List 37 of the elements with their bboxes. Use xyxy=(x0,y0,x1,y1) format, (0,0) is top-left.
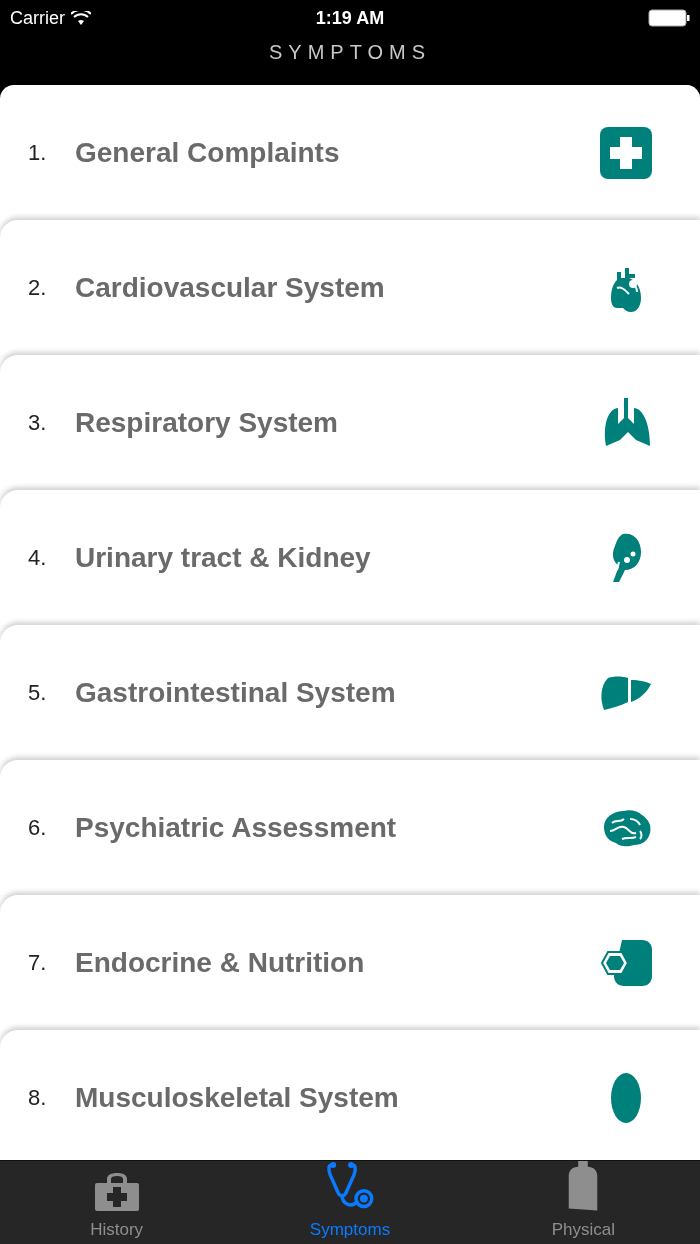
row-label: Endocrine & Nutrition xyxy=(75,945,366,980)
row-number: 5. xyxy=(28,679,48,707)
row-label: Respiratory System xyxy=(75,405,339,440)
row-number: 6. xyxy=(28,814,48,842)
category-row[interactable]: 6. Psychiatric Assessment xyxy=(0,760,700,895)
row-label: General Complaints xyxy=(75,135,341,170)
category-row[interactable]: 7. Endocrine & Nutrition xyxy=(0,895,700,1030)
medical-cross-icon xyxy=(600,126,652,179)
row-number: 1. xyxy=(28,139,48,167)
carrier-label: Carrier xyxy=(10,6,65,30)
row-label: Gastrointestinal System xyxy=(75,675,397,710)
row-number: 4. xyxy=(28,544,48,572)
tab-bar-item[interactable]: Physical xyxy=(466,1161,700,1244)
wifi-icon xyxy=(71,11,91,25)
battery-icon xyxy=(648,9,690,27)
category-row[interactable]: 8. Musculoskeletal System xyxy=(0,1030,700,1160)
hexagon-gland-icon xyxy=(600,939,652,986)
row-number: 2. xyxy=(28,274,48,302)
first-aid-kit-icon xyxy=(94,1172,139,1211)
row-number: 8. xyxy=(28,1084,48,1112)
body-torso-icon xyxy=(568,1161,599,1211)
tab-bar-item[interactable]: Symptoms xyxy=(233,1161,467,1244)
row-label: Urinary tract & Kidney xyxy=(75,540,372,575)
row-number: 3. xyxy=(28,409,48,437)
category-row[interactable]: 3. Respiratory System xyxy=(0,355,700,490)
category-row[interactable]: 2. Cardiovascular System xyxy=(0,220,700,355)
status-time: 1:19 AM xyxy=(315,6,385,30)
stethoscope-icon xyxy=(326,1161,374,1211)
row-label: Musculoskeletal System xyxy=(75,1080,400,1115)
screen-title: SYMPTOMS xyxy=(268,40,432,65)
category-row[interactable]: 5. Gastrointestinal System xyxy=(0,625,700,760)
tab-bar-item[interactable]: History xyxy=(0,1161,234,1244)
row-label: Cardiovascular System xyxy=(75,270,386,305)
row-number: 7. xyxy=(28,949,48,977)
liver-icon xyxy=(600,675,652,710)
category-row[interactable]: 4. Urinary tract & Kidney xyxy=(0,490,700,625)
row-label: Psychiatric Assessment xyxy=(75,810,398,845)
